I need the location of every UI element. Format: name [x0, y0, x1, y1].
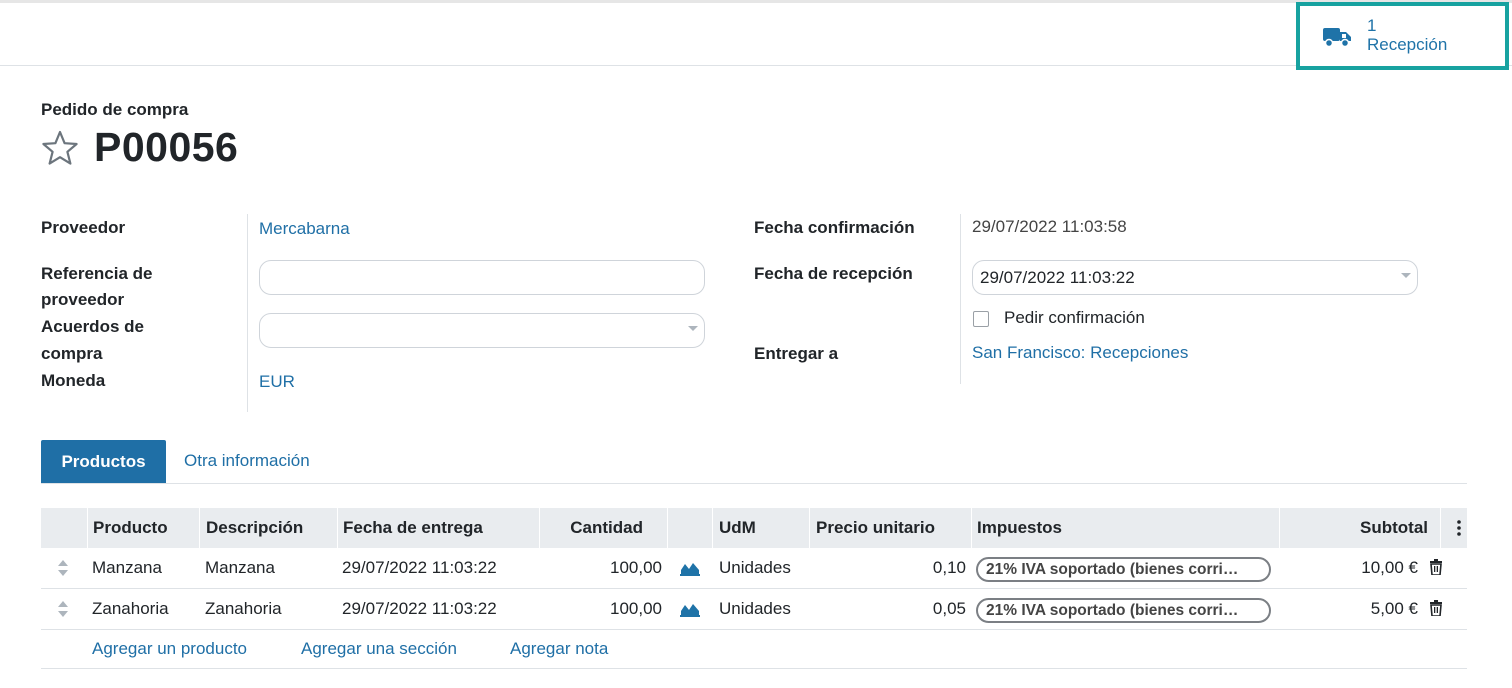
col-product[interactable]: Producto — [93, 508, 168, 548]
currency-label: Moneda — [41, 371, 106, 390]
add-note-link[interactable]: Agregar nota — [510, 639, 608, 659]
right-field-divider — [960, 214, 961, 384]
left-field-divider — [247, 214, 248, 412]
row-quantity[interactable]: 100,00 — [545, 599, 662, 619]
header-separator — [337, 508, 338, 548]
row-delivery-date[interactable]: 29/07/2022 11:03:22 — [342, 599, 497, 619]
trash-icon[interactable] — [1429, 600, 1443, 621]
header-separator — [712, 508, 713, 548]
receipt-count: 1 — [1367, 16, 1377, 35]
column-options-icon[interactable] — [1456, 519, 1462, 542]
tax-badge[interactable]: 21% IVA soportado (bienes corri… — [976, 557, 1271, 582]
header-separator — [1440, 508, 1441, 548]
receipt-smart-button-text: 1 Recepción — [1367, 16, 1447, 54]
tax-badge[interactable]: 21% IVA soportado (bienes corri… — [976, 598, 1271, 623]
chevron-down-icon — [1401, 273, 1411, 278]
drag-handle-icon[interactable] — [57, 600, 69, 623]
row-subtotal: 5,00 € — [1370, 599, 1418, 618]
truck-icon — [1322, 25, 1352, 54]
row-delivery-date[interactable]: 29/07/2022 11:03:22 — [342, 558, 497, 578]
row-product[interactable]: Zanahoria — [92, 599, 169, 619]
deliver-to-field[interactable]: San Francisco: Recepciones — [972, 343, 1188, 363]
deliver-to-label: Entregar a — [754, 344, 839, 363]
row-unit-price[interactable]: 0,05 — [816, 599, 966, 619]
table-bottom-divider — [41, 668, 1467, 669]
row-description[interactable]: Manzana — [205, 558, 275, 578]
confirm-date-label: Fecha confirmación — [754, 218, 915, 237]
confirm-date-value: 29/07/2022 11:03:58 — [972, 217, 1127, 236]
col-quantity[interactable]: Cantidad — [545, 508, 643, 548]
col-unit-price[interactable]: Precio unitario — [816, 508, 935, 548]
agreements-label-line2: compra — [41, 344, 103, 363]
vendor-ref-label-line1: Referencia de — [41, 264, 153, 283]
chevron-down-icon — [688, 326, 698, 331]
tab-other-info[interactable]: Otra información — [184, 451, 310, 471]
agreements-label-line1: Acuerdos de — [41, 317, 144, 336]
vendor-label: Proveedor — [41, 218, 126, 237]
receipt-date-label: Fecha de recepción — [754, 264, 913, 283]
trash-icon[interactable] — [1429, 559, 1443, 580]
header-separator — [539, 508, 540, 548]
add-product-link[interactable]: Agregar un producto — [92, 639, 247, 659]
form-subtitle: Pedido de compra — [41, 100, 189, 119]
row-uom[interactable]: Unidades — [719, 599, 791, 619]
row-uom[interactable]: Unidades — [719, 558, 791, 578]
receipt-smart-button[interactable]: 1 Recepción — [1296, 2, 1509, 70]
vendor-reference-input[interactable] — [259, 260, 705, 295]
star-outline-icon[interactable] — [41, 130, 79, 171]
col-description[interactable]: Descripción — [206, 508, 303, 548]
header-separator — [809, 508, 810, 548]
receipt-label: Recepción — [1367, 35, 1448, 54]
header-separator — [1279, 508, 1280, 548]
control-panel — [0, 0, 1512, 66]
forecast-chart-icon[interactable] — [680, 601, 700, 622]
receipt-date-input[interactable]: 29/07/2022 11:03:22 — [972, 260, 1418, 295]
header-separator — [87, 508, 88, 548]
row-quantity[interactable]: 100,00 — [545, 558, 662, 578]
drag-handle-icon[interactable] — [57, 559, 69, 582]
tab-divider — [41, 483, 1467, 484]
purchase-agreement-select[interactable] — [259, 313, 705, 348]
forecast-chart-icon[interactable] — [680, 560, 700, 581]
vendor-ref-label-line2: proveedor — [41, 290, 125, 309]
col-delivery-date[interactable]: Fecha de entrega — [343, 508, 483, 548]
col-taxes[interactable]: Impuestos — [977, 508, 1062, 548]
header-separator — [971, 508, 972, 548]
row-product[interactable]: Manzana — [92, 558, 162, 578]
add-section-link[interactable]: Agregar una sección — [301, 639, 457, 659]
row-description[interactable]: Zanahoria — [205, 599, 282, 619]
currency-field[interactable]: EUR — [259, 372, 295, 392]
header-separator — [199, 508, 200, 548]
vendor-field[interactable]: Mercabarna — [259, 219, 350, 239]
page-title: P00056 — [94, 124, 239, 170]
col-uom[interactable]: UdM — [719, 508, 756, 548]
tab-products[interactable]: Productos — [41, 440, 166, 483]
row-unit-price[interactable]: 0,10 — [816, 558, 966, 578]
row-subtotal: 10,00 € — [1361, 558, 1418, 577]
header-separator — [667, 508, 668, 548]
ask-confirmation-label: Pedir confirmación — [1004, 308, 1145, 327]
col-subtotal[interactable]: Subtotal — [1290, 508, 1428, 548]
ask-confirmation-checkbox[interactable] — [973, 311, 989, 327]
